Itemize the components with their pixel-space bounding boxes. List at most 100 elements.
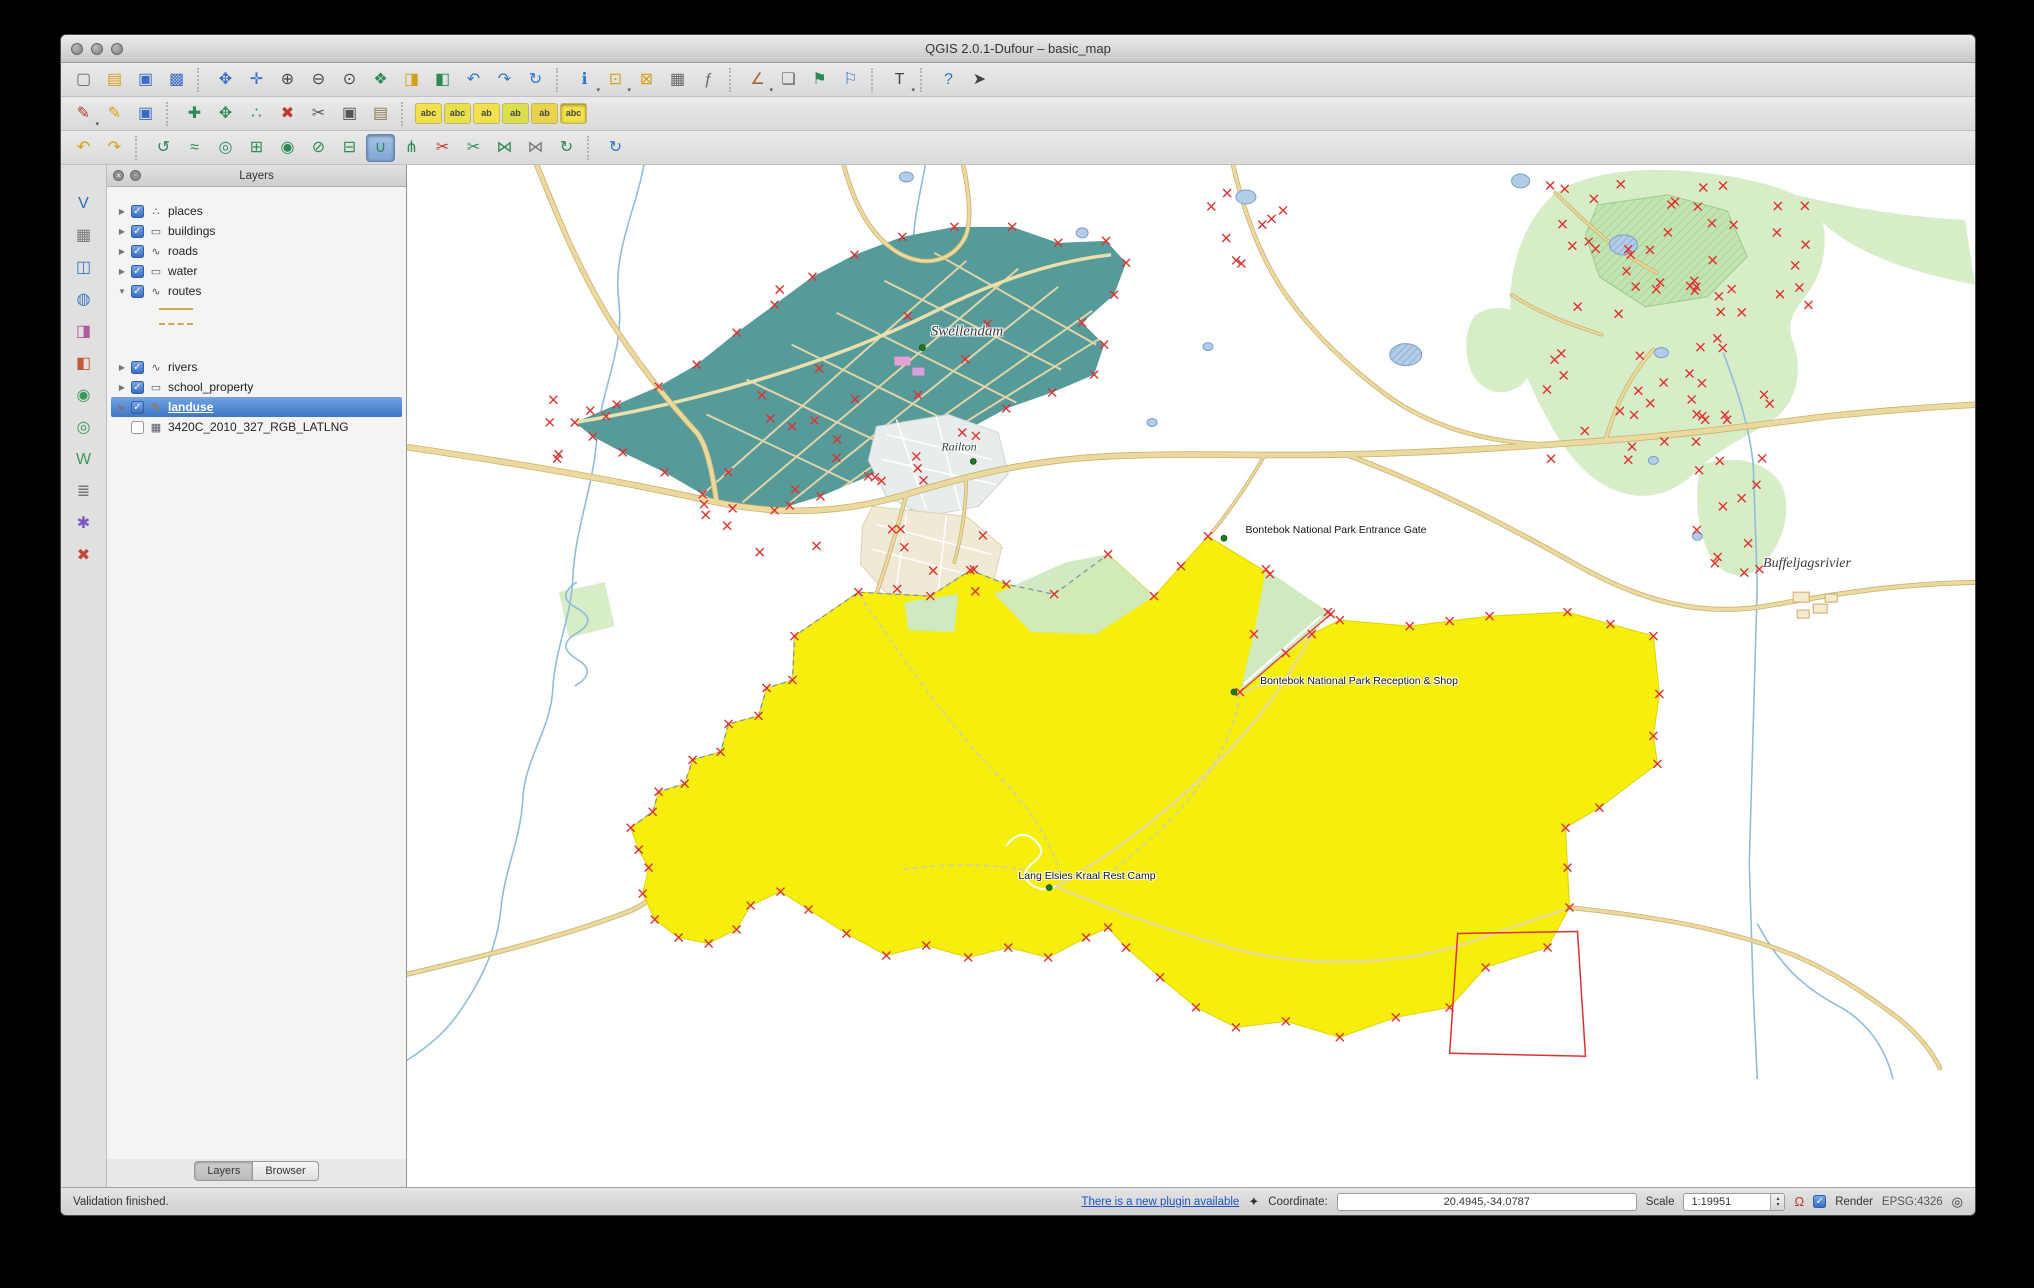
zoom-window-button[interactable] bbox=[111, 42, 123, 55]
save-project-icon[interactable]: ▣ bbox=[131, 66, 160, 94]
zoom-out-icon[interactable]: ⊖ bbox=[304, 66, 333, 94]
redo-icon[interactable]: ↷ bbox=[100, 134, 129, 162]
add-raster-layer-icon[interactable]: ▦ bbox=[69, 223, 99, 249]
zoom-to-layer-icon[interactable]: ◧ bbox=[428, 66, 457, 94]
layer-visibility-checkbox[interactable]: ✓ bbox=[131, 244, 144, 258]
dropdown-arrow-icon[interactable]: ▾ bbox=[596, 86, 600, 94]
scale-spinner[interactable]: ▴ ▾ bbox=[1770, 1193, 1785, 1210]
paste-features-icon[interactable]: ▤ bbox=[366, 100, 395, 128]
rotate-point-symbols-icon[interactable]: ↻ bbox=[552, 134, 581, 162]
reshape-features-icon[interactable]: ⋔ bbox=[397, 134, 426, 162]
select-by-expression-icon[interactable]: ƒ bbox=[694, 66, 723, 94]
layer-item-landuse[interactable]: ▶ ✓ ✎ landuse bbox=[111, 397, 402, 417]
add-vector-layer-icon[interactable]: V bbox=[69, 191, 99, 217]
remove-layer-icon[interactable]: ✖ bbox=[69, 543, 99, 569]
scale-combo[interactable]: 1:19951 ▴ ▾ bbox=[1683, 1192, 1786, 1211]
panel-close-icon[interactable]: ✕ bbox=[113, 170, 124, 181]
layer-visibility-checkbox[interactable]: ✓ bbox=[131, 380, 144, 394]
layer-visibility-checkbox[interactable]: ✓ bbox=[131, 224, 144, 238]
add-part-icon[interactable]: ⊞ bbox=[242, 134, 271, 162]
reload-icon[interactable]: ↻ bbox=[601, 134, 630, 162]
expand-arrow-icon[interactable]: ▶ bbox=[117, 227, 127, 236]
labeling-icon[interactable]: abc bbox=[415, 103, 442, 124]
merge-features-icon[interactable]: ⋈ bbox=[490, 134, 519, 162]
panel-float-icon[interactable]: ▫ bbox=[130, 170, 141, 181]
zoom-in-icon[interactable]: ⊕ bbox=[273, 66, 302, 94]
expand-arrow-icon[interactable]: ▶ bbox=[117, 363, 127, 372]
copy-features-icon[interactable]: ▣ bbox=[335, 100, 364, 128]
save-project-as-icon[interactable]: ▩ bbox=[162, 66, 191, 94]
measure-icon[interactable]: ∠ ▾ bbox=[743, 66, 773, 94]
zoom-next-icon[interactable]: ↷ bbox=[490, 66, 519, 94]
render-checkbox[interactable]: ✓ bbox=[1813, 1195, 1827, 1208]
add-oracle-layer-icon[interactable]: ◧ bbox=[69, 351, 99, 377]
split-parts-icon[interactable]: ✂ bbox=[459, 134, 488, 162]
close-window-button[interactable] bbox=[71, 42, 83, 55]
add-postgis-layer-icon[interactable]: ◫ bbox=[69, 255, 99, 281]
deselect-features-icon[interactable]: ⊠ bbox=[632, 66, 661, 94]
layer-item-3420C_2010_327_RGB_LATLNG[interactable]: ▦ 3420C_2010_327_RGB_LATLNG bbox=[111, 417, 402, 437]
map-canvas[interactable]: Swellendam Railton Buffeljagsrivier Bontebo… bbox=[407, 165, 1975, 1187]
pin-labels-icon[interactable]: ab bbox=[531, 103, 558, 124]
merge-attributes-icon[interactable]: ⋈ bbox=[521, 134, 550, 162]
plugin-available-link[interactable]: There is a new plugin available bbox=[1081, 1196, 1239, 1208]
text-annotation-icon[interactable]: T ▾ bbox=[885, 66, 915, 94]
open-project-icon[interactable]: ▤ bbox=[100, 66, 129, 94]
layer-visibility-checkbox[interactable] bbox=[131, 420, 144, 434]
rotate-feature-icon[interactable]: ↺ bbox=[149, 134, 178, 162]
zoom-last-icon[interactable]: ↶ bbox=[459, 66, 488, 94]
zoom-full-icon[interactable]: ❖ bbox=[366, 66, 395, 94]
label-properties-icon[interactable]: abc bbox=[560, 103, 587, 124]
offset-curve-icon[interactable]: ∪ bbox=[366, 133, 395, 162]
fill-ring-icon[interactable]: ◉ bbox=[273, 134, 302, 162]
panel-tab-browser[interactable]: Browser bbox=[253, 1160, 319, 1181]
add-mssql-layer-icon[interactable]: ◨ bbox=[69, 319, 99, 345]
magnet-icon[interactable]: Ω bbox=[1794, 1194, 1804, 1209]
add-wfs-layer-icon[interactable]: W bbox=[69, 447, 99, 473]
layer-item-roads[interactable]: ▶ ✓ ∿ roads bbox=[111, 241, 402, 261]
simplify-feature-icon[interactable]: ≈ bbox=[180, 134, 209, 162]
layer-visibility-checkbox[interactable]: ✓ bbox=[131, 204, 144, 218]
expand-arrow-icon[interactable]: ▼ bbox=[117, 287, 127, 296]
cut-features-icon[interactable]: ✂ bbox=[304, 100, 333, 128]
expand-arrow-icon[interactable]: ▶ bbox=[117, 383, 127, 392]
save-layer-edits-icon[interactable]: ▣ bbox=[131, 100, 160, 128]
layer-visibility-checkbox[interactable]: ✓ bbox=[131, 284, 144, 298]
new-bookmark-icon[interactable]: ⚑ bbox=[805, 66, 834, 94]
help-icon[interactable]: ? bbox=[934, 66, 963, 94]
identify-features-icon[interactable]: ℹ ▾ bbox=[570, 66, 600, 94]
delete-selected-icon[interactable]: ✖ bbox=[273, 100, 302, 128]
titlebar[interactable]: QGIS 2.0.1-Dufour – basic_map bbox=[61, 35, 1975, 63]
layer-item-water[interactable]: ▶ ✓ ▭ water bbox=[111, 261, 402, 281]
zoom-to-selection-icon[interactable]: ◨ bbox=[397, 66, 426, 94]
expand-arrow-icon[interactable]: ▶ bbox=[117, 247, 127, 256]
show-bookmarks-icon[interactable]: ⚐ bbox=[836, 66, 865, 94]
layer-visibility-checkbox[interactable]: ✓ bbox=[131, 264, 144, 278]
refresh-map-icon[interactable]: ↻ bbox=[521, 66, 550, 94]
crs-status-icon[interactable]: ◎ bbox=[1952, 1194, 1963, 1210]
dropdown-arrow-icon[interactable]: ▾ bbox=[911, 86, 915, 94]
spinner-down-icon[interactable]: ▾ bbox=[1776, 1202, 1779, 1208]
expand-arrow-icon[interactable]: ▶ bbox=[117, 403, 127, 412]
current-edits-icon[interactable]: ✎ ▾ bbox=[69, 100, 99, 128]
add-spatialite-layer-icon[interactable]: ◍ bbox=[69, 287, 99, 313]
zoom-native-icon[interactable]: ⊙ bbox=[335, 66, 364, 94]
new-shapefile-layer-icon[interactable]: ✱ bbox=[69, 511, 99, 537]
split-features-icon[interactable]: ✂ bbox=[428, 134, 457, 162]
layer-item-school_property[interactable]: ▶ ✓ ▭ school_property bbox=[111, 377, 402, 397]
panel-tab-layers[interactable]: Layers bbox=[194, 1160, 254, 1181]
dropdown-arrow-icon[interactable]: ▾ bbox=[769, 86, 773, 94]
move-feature-icon[interactable]: ✥ bbox=[211, 100, 240, 128]
add-wms-layer-icon[interactable]: ◉ bbox=[69, 383, 99, 409]
layer-item-routes[interactable]: ▼ ✓ ∿ routes bbox=[111, 281, 402, 301]
layer-item-places[interactable]: ▶ ✓ ∴ places bbox=[111, 201, 402, 221]
minimize-window-button[interactable] bbox=[91, 42, 103, 55]
delete-ring-icon[interactable]: ⊘ bbox=[304, 134, 333, 162]
dropdown-arrow-icon[interactable]: ▾ bbox=[95, 120, 99, 128]
map-tips-icon[interactable]: ❏ bbox=[774, 66, 803, 94]
move-label-icon[interactable]: ab bbox=[473, 103, 500, 124]
add-delimited-text-layer-icon[interactable]: ≣ bbox=[69, 479, 99, 505]
open-attribute-table-icon[interactable]: ▦ bbox=[663, 66, 692, 94]
delete-part-icon[interactable]: ⊟ bbox=[335, 134, 364, 162]
expand-arrow-icon[interactable]: ▶ bbox=[117, 207, 127, 216]
